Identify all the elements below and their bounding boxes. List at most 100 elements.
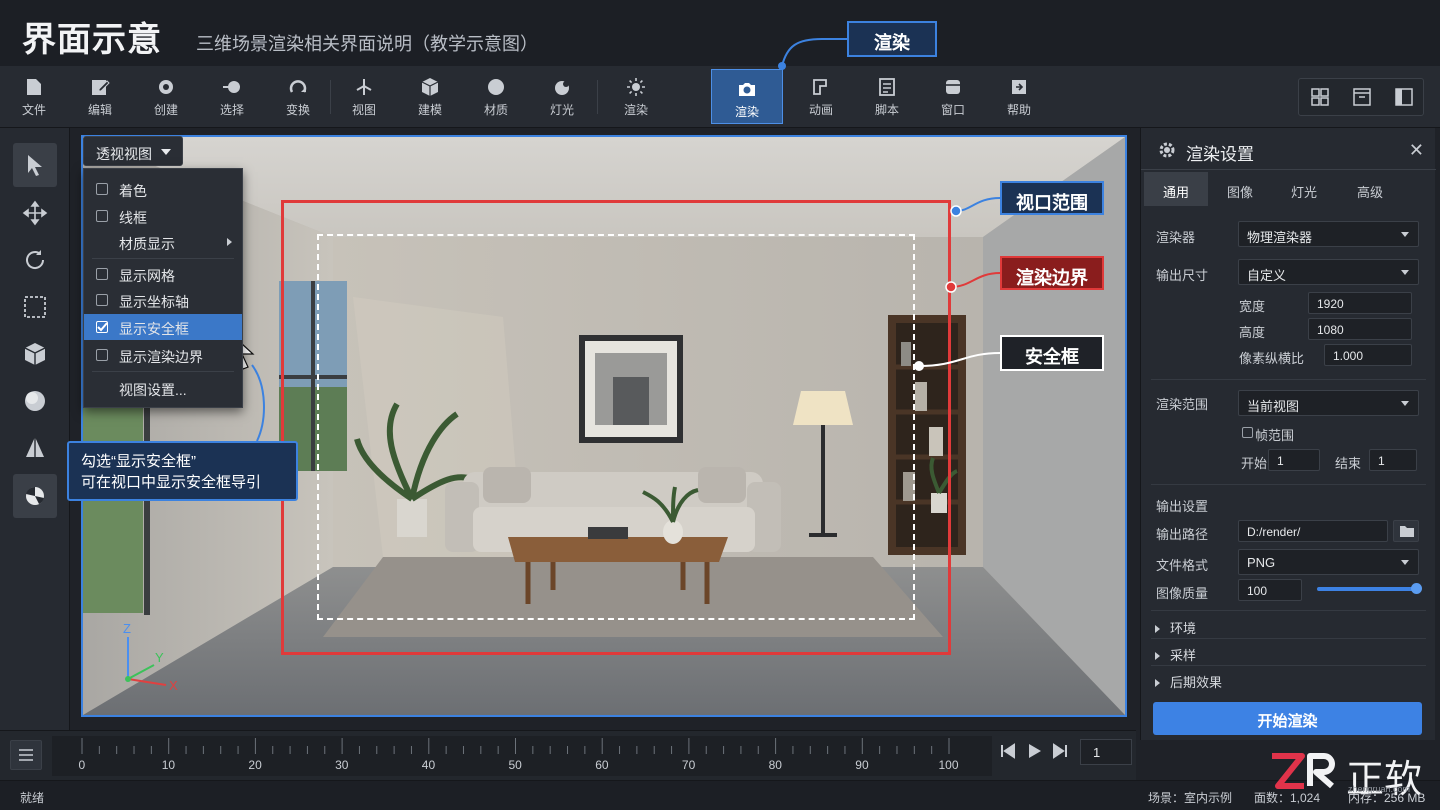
end-frame-label: 结束 [1335,456,1362,471]
tab-general[interactable]: 通用 [1144,172,1208,206]
start-frame-input[interactable]: 1 [1268,449,1320,471]
menu-divider [92,371,234,372]
timeline-menu-button[interactable] [10,740,42,770]
section-label: 后期效果 [1170,675,1223,690]
frame-range-checkbox[interactable] [1242,427,1253,438]
hamburger-icon [19,749,33,761]
watermark-logo: 正软 zhengruan.com [1268,748,1422,801]
checkbox-icon [96,210,108,222]
start-render-button[interactable]: 开始渲染 [1153,702,1422,735]
scene-name: 场景：室内示例 [1148,791,1233,805]
checkbox-icon [96,349,108,361]
render-range-select[interactable]: 当前视图 [1238,390,1419,416]
caret-down-icon [1401,401,1409,406]
aspect-input[interactable]: 1.000 [1324,344,1412,366]
expand-arrow-icon [1155,652,1160,660]
quality-input[interactable]: 100 [1238,579,1302,601]
section-divider [1151,665,1426,666]
zr-logo-icon [1272,753,1335,789]
section-sampling[interactable]: 采样 [1155,645,1196,664]
settings-tabs: 通用 图像 灯光 高级 [1144,172,1436,206]
start-frame-label: 开始 [1241,456,1268,471]
output-path-label: 输出路径 [1156,527,1209,542]
prev-frame-icon[interactable] [998,741,1018,761]
section-label: 采样 [1170,648,1197,663]
aspect-label: 像素纵横比 [1239,351,1305,366]
checkbox-icon [96,183,108,195]
renderer-value: 物理渲染器 [1247,230,1313,245]
height-input[interactable]: 1080 [1308,318,1412,340]
hint-line-1: 勾选“显示安全框” [81,453,196,470]
menu-item-label: 显示渲染边界 [119,349,203,365]
menu-item-show-axes[interactable]: 显示坐标轴 [84,287,242,313]
menu-item-material-display[interactable]: 材质显示 [84,229,242,255]
viewport-display-menu: 着色 线框 材质显示 显示网格 显示坐标轴 显示安全框 显示渲染边界 视图设置.… [83,168,243,408]
close-icon[interactable]: ✕ [1409,140,1424,161]
section-divider [1151,379,1426,380]
ruler-tick-label: 20 [248,758,262,772]
play-icon[interactable] [1024,741,1044,761]
menu-item-show-render-bounds[interactable]: 显示渲染边界 [84,342,242,368]
tab-advanced[interactable]: 高级 [1338,172,1402,206]
output-settings-heading: 输出设置 [1156,499,1209,514]
expand-arrow-icon [1155,679,1160,687]
browse-folder-button[interactable] [1393,520,1419,542]
menu-item-label: 显示坐标轴 [119,294,189,310]
ruler-tick-label: 70 [681,758,696,772]
submenu-arrow-icon [227,238,232,246]
quality-slider[interactable] [1317,587,1417,591]
file-format-select[interactable]: PNG [1238,549,1419,575]
renderer-select[interactable]: 物理渲染器 [1238,221,1419,247]
hint-box: 勾选“显示安全框” 可在视口中显示安全框导引 [67,441,298,501]
section-divider [1151,484,1426,485]
quality-slider-handle[interactable] [1411,583,1422,594]
width-input[interactable]: 1920 [1308,292,1412,314]
timeline-ruler[interactable]: 0 10 20 30 40 50 60 70 80 90 100 [52,736,992,776]
width-label: 宽度 [1239,299,1266,314]
menu-item-label: 着色 [119,183,147,199]
ruler-tick-label: 90 [855,758,869,772]
section-environment[interactable]: 环境 [1155,618,1196,637]
expand-arrow-icon [1155,625,1160,633]
view-mode-dropdown[interactable]: 透视视图 [83,136,183,166]
panel-title: 渲染设置 [1186,145,1254,164]
ruler-tick-label: 100 [938,758,959,772]
menu-item-label: 材质显示 [119,236,175,252]
menu-item-label: 线框 [119,210,147,226]
watermark-text: 正软 [1346,759,1423,801]
ruler-tick-label: 0 [78,758,86,772]
view-mode-value: 透视视图 [96,146,152,162]
ruler-tick-label: 40 [421,758,436,772]
tab-lighting[interactable]: 灯光 [1272,172,1336,206]
checkbox-icon [96,268,108,280]
frame-range-label: 帧范围 [1255,428,1295,443]
checkbox-checked-icon [96,321,108,333]
caret-down-icon [1401,560,1409,565]
section-post-effects[interactable]: 后期效果 [1155,672,1222,691]
status-bar: 就绪 场景：室内示例 面数：1,024 内存：256 MB [0,780,1440,810]
hint-line-2: 可在视口中显示安全框导引 [81,474,262,491]
menu-item-shaded[interactable]: 着色 [84,176,242,202]
caret-down-icon [161,149,171,155]
end-frame-input[interactable]: 1 [1369,449,1417,471]
renderer-label: 渲染器 [1156,230,1196,245]
menu-divider [92,258,234,259]
folder-icon [1400,526,1414,537]
next-frame-icon[interactable] [1050,741,1070,761]
timeline: 0 10 20 30 40 50 60 70 80 90 100 1 [0,730,1136,780]
file-format-label: 文件格式 [1156,558,1209,573]
render-range-label: 渲染范围 [1156,397,1209,412]
section-label: 环境 [1170,621,1197,636]
callout-safe-frame: 安全框 [1000,335,1104,371]
menu-item-view-settings[interactable]: 视图设置... [84,375,242,401]
file-format-value: PNG [1247,555,1276,570]
ruler-tick-label: 60 [595,758,609,772]
tab-image[interactable]: 图像 [1208,172,1272,206]
menu-item-show-grid[interactable]: 显示网格 [84,261,242,287]
current-frame-input[interactable]: 1 [1080,739,1132,765]
menu-item-wireframe[interactable]: 线框 [84,203,242,229]
output-size-select[interactable]: 自定义 [1238,259,1419,285]
output-path-input[interactable]: D:/render/ [1238,520,1388,542]
menu-item-show-safe-frame[interactable]: 显示安全框 [84,314,242,340]
output-size-label: 输出尺寸 [1156,268,1209,283]
